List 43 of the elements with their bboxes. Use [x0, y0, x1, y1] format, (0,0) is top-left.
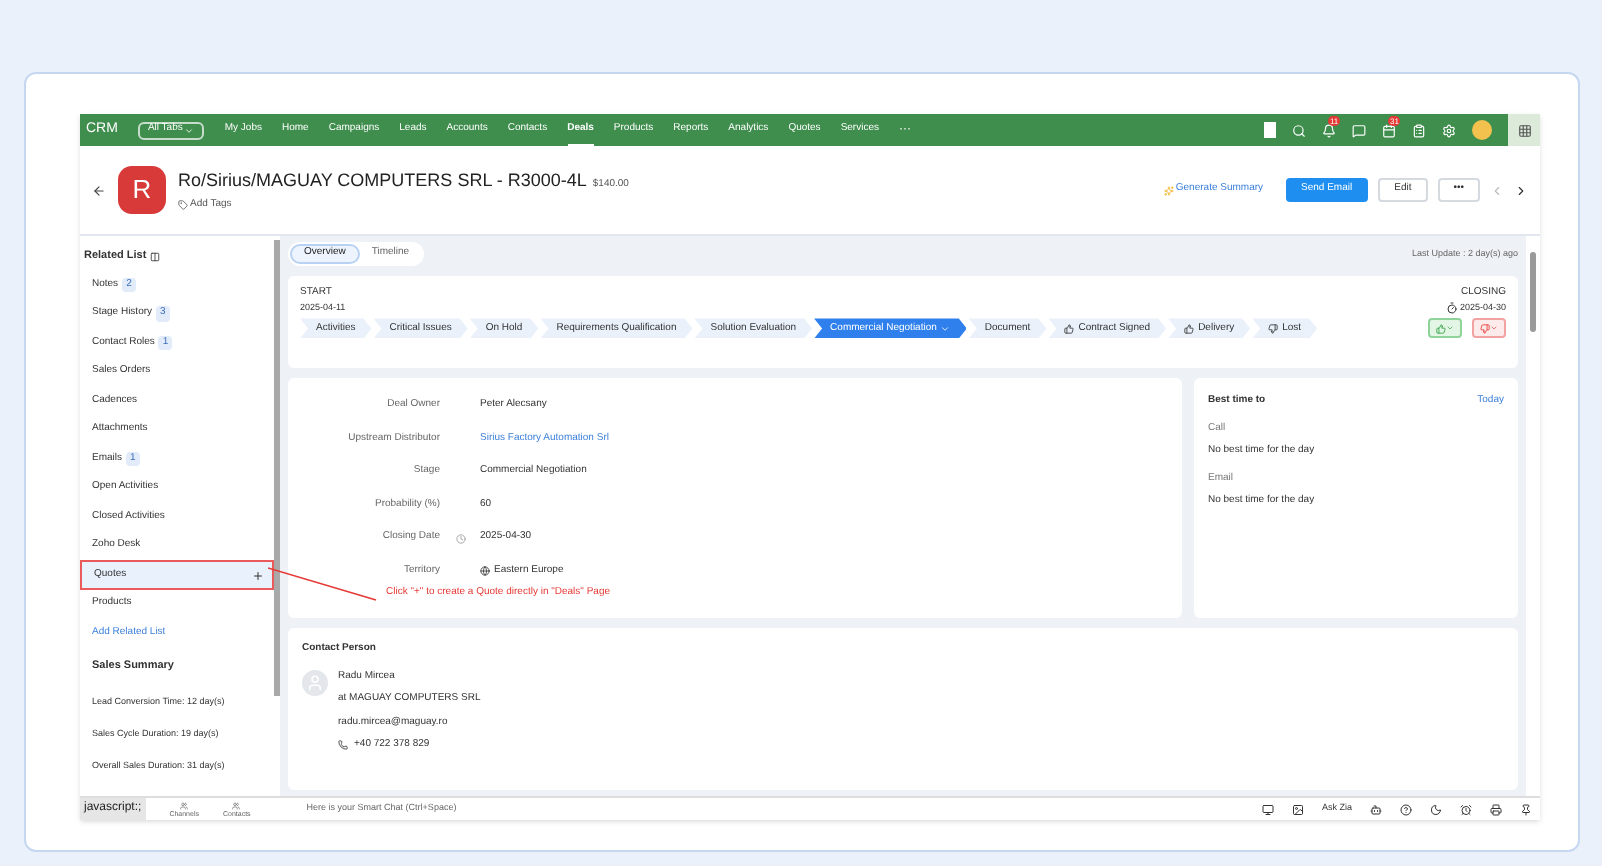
back-icon[interactable] [92, 183, 106, 197]
globe-icon [480, 566, 490, 576]
toolbar-icon[interactable] [1490, 803, 1502, 815]
search-icon[interactable] [1292, 123, 1306, 137]
scrollbar[interactable] [274, 240, 280, 696]
record-avatar: R [118, 166, 166, 214]
image-icon[interactable] [1291, 803, 1304, 815]
toolbar-icon[interactable] [1400, 803, 1412, 815]
contact-avatar [302, 669, 328, 695]
add-icon[interactable] [252, 569, 264, 581]
timer-icon [1445, 301, 1458, 314]
toolbar-icon[interactable] [1370, 803, 1382, 815]
clipboard-icon[interactable] [1412, 123, 1426, 137]
thumbs-up-icon [1436, 323, 1446, 334]
toolbar-icon[interactable] [1520, 803, 1532, 815]
record-title: Ro/Sirius/MAGUAY COMPUTERS SRL - R3000-4L [178, 167, 587, 193]
thumbs-down-icon [1480, 323, 1490, 334]
caret-icon [184, 125, 195, 135]
caret-icon [940, 323, 951, 334]
settings-icon[interactable] [1442, 123, 1456, 137]
panel-icon[interactable] [150, 251, 161, 262]
people-icon [180, 801, 189, 809]
thumbs-up-icon [1064, 323, 1075, 334]
screen-icon[interactable] [1261, 803, 1274, 815]
grid-icon [1517, 123, 1531, 137]
leader-line [268, 566, 380, 606]
chat-icon[interactable] [1352, 123, 1366, 137]
people-icon [232, 801, 241, 809]
phone-icon [338, 740, 348, 751]
bell-icon[interactable] [1322, 123, 1336, 137]
thumbs-down-icon [1268, 323, 1279, 334]
thumbs-up-icon [1184, 323, 1195, 334]
clock-icon [455, 533, 465, 543]
apps-grid-button[interactable] [1508, 114, 1540, 146]
toolbar-icon[interactable] [1430, 803, 1442, 815]
next-icon[interactable] [1514, 183, 1528, 197]
toolbar-icon[interactable] [1460, 803, 1472, 815]
calendar-icon[interactable] [1382, 123, 1396, 137]
tag-icon [178, 200, 188, 211]
sparkle-icon [1163, 185, 1174, 195]
user-avatar[interactable] [1472, 120, 1492, 140]
page-scrollbar[interactable] [1526, 236, 1540, 796]
lost-button[interactable] [1472, 318, 1506, 339]
